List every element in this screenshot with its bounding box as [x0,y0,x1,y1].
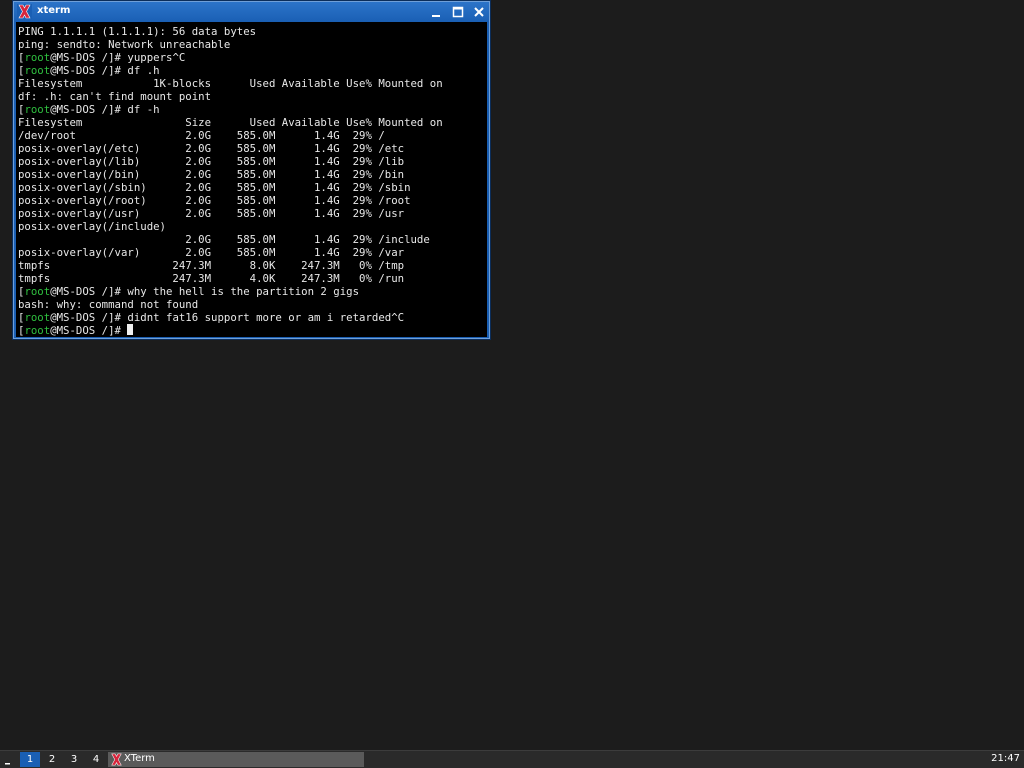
taskbar-task-xterm[interactable]: XTerm [108,752,364,767]
terminal-line: Filesystem 1K-blocks Used Available Use%… [18,77,443,90]
terminal-line: [root@MS-DOS /]# yuppers^C [18,51,443,64]
terminal-text-segment: bash: why: command not found [18,298,199,311]
prompt-user: root [24,285,51,298]
terminal-line: posix-overlay(/bin) 2.0G 585.0M 1.4G 29%… [18,168,443,181]
terminal-text-segment: posix-overlay(/var) 2.0G 585.0M 1.4G 29%… [18,246,405,259]
terminal-line: posix-overlay(/var) 2.0G 585.0M 1.4G 29%… [18,246,443,259]
terminal-line: [root@MS-DOS /]# why the hell is the par… [18,285,443,298]
maximize-button[interactable] [451,5,465,19]
terminal-text-segment: posix-overlay(/sbin) 2.0G 585.0M 1.4G 29… [18,181,411,194]
workspace-3-button[interactable]: 3 [64,752,84,767]
terminal-text-segment: ping: sendto: Network unreachable [18,38,231,51]
terminal-line: posix-overlay(/lib) 2.0G 585.0M 1.4G 29%… [18,155,443,168]
prompt-user: root [24,103,51,116]
terminal-text-segment: /dev/root 2.0G 585.0M 1.4G 29% / [18,129,385,142]
terminal-line: posix-overlay(/etc) 2.0G 585.0M 1.4G 29%… [18,142,443,155]
terminal-output: PING 1.1.1.1 (1.1.1.1): 56 data bytes pin… [18,25,443,337]
terminal-text-segment: @MS-DOS /]# df -h [50,103,160,116]
minimize-button[interactable] [429,5,443,19]
terminal-line: ping: sendto: Network unreachable [18,38,443,51]
terminal-line: [root@MS-DOS /]# didnt fat16 support mor… [18,311,443,324]
terminal-text-segment: posix-overlay(/usr) 2.0G 585.0M 1.4G 29%… [18,207,405,220]
terminal-line: bash: why: command not found [18,298,443,311]
terminal-text-segment: posix-overlay(/lib) 2.0G 585.0M 1.4G 29%… [18,155,405,168]
terminal-area[interactable]: PING 1.1.1.1 (1.1.1.1): 56 data bytes pin… [16,22,487,337]
close-button[interactable] [472,5,486,19]
terminal-text-segment: posix-overlay(/bin) 2.0G 585.0M 1.4G 29%… [18,168,405,181]
terminal-text-segment: PING 1.1.1.1 (1.1.1.1): 56 data bytes [18,25,257,38]
terminal-text-segment: @MS-DOS /]# why the hell is the partitio… [50,285,360,298]
terminal-text-segment: tmpfs 247.3M 8.0K 247.3M 0% /tmp [18,259,405,272]
task-label: XTerm [124,753,155,764]
workspace-2-button[interactable]: 2 [42,752,62,767]
prompt-user: root [24,64,51,77]
xterm-x-icon [111,753,122,766]
terminal-line: tmpfs 247.3M 8.0K 247.3M 0% /tmp [18,259,443,272]
terminal-line: PING 1.1.1.1 (1.1.1.1): 56 data bytes [18,25,443,38]
terminal-text-segment: 2.0G 585.0M 1.4G 29% /include [18,233,430,246]
prompt-user: root [24,311,51,324]
terminal-line: [root@MS-DOS /]# [18,324,443,337]
terminal-line: posix-overlay(/root) 2.0G 585.0M 1.4G 29… [18,194,443,207]
workspace-4-button[interactable]: 4 [86,752,106,767]
clock: 21:47 [991,753,1020,764]
terminal-line: posix-overlay(/include) [18,220,443,233]
terminal-line: posix-overlay(/usr) 2.0G 585.0M 1.4G 29%… [18,207,443,220]
terminal-cursor [127,324,134,335]
prompt-user: root [24,51,51,64]
terminal-line: 2.0G 585.0M 1.4G 29% /include [18,233,443,246]
terminal-text-segment: Filesystem Size Used Available Use% Moun… [18,116,443,129]
terminal-text-segment: tmpfs 247.3M 4.0K 247.3M 0% /run [18,272,405,285]
terminal-line: Filesystem Size Used Available Use% Moun… [18,116,443,129]
terminal-line: /dev/root 2.0G 585.0M 1.4G 29% / [18,129,443,142]
terminal-line: df: .h: can't find mount point [18,90,443,103]
workspace-1-button[interactable]: 1 [20,752,40,767]
menu-icon[interactable] [4,754,16,766]
terminal-line: tmpfs 247.3M 4.0K 247.3M 0% /run [18,272,443,285]
terminal-text-segment: posix-overlay(/include) [18,220,166,233]
terminal-text-segment: @MS-DOS /]# df .h [50,64,160,77]
window-titlebar[interactable]: xterm [14,2,489,22]
terminal-text-segment: @MS-DOS /]# [50,324,128,337]
xterm-window[interactable]: xterm PING 1.1.1.1 (1.1.1.1): 56 data by… [13,1,490,339]
terminal-text-segment: df: .h: can't find mount point [18,90,212,103]
terminal-text-segment: posix-overlay(/root) 2.0G 585.0M 1.4G 29… [18,194,411,207]
terminal-line: [root@MS-DOS /]# df .h [18,64,443,77]
terminal-line: [root@MS-DOS /]# df -h [18,103,443,116]
terminal-text-segment: Filesystem 1K-blocks Used Available Use%… [18,77,443,90]
window-title: xterm [37,5,71,16]
terminal-text-segment: posix-overlay(/etc) 2.0G 585.0M 1.4G 29%… [18,142,405,155]
terminal-text-segment: @MS-DOS /]# yuppers^C [50,51,186,64]
prompt-user: root [24,324,51,337]
xterm-x-icon[interactable] [17,4,32,19]
terminal-line: posix-overlay(/sbin) 2.0G 585.0M 1.4G 29… [18,181,443,194]
taskbar: 1 2 3 4 XTerm 21:47 [0,750,1024,768]
terminal-text-segment: @MS-DOS /]# didnt fat16 support more or … [50,311,405,324]
